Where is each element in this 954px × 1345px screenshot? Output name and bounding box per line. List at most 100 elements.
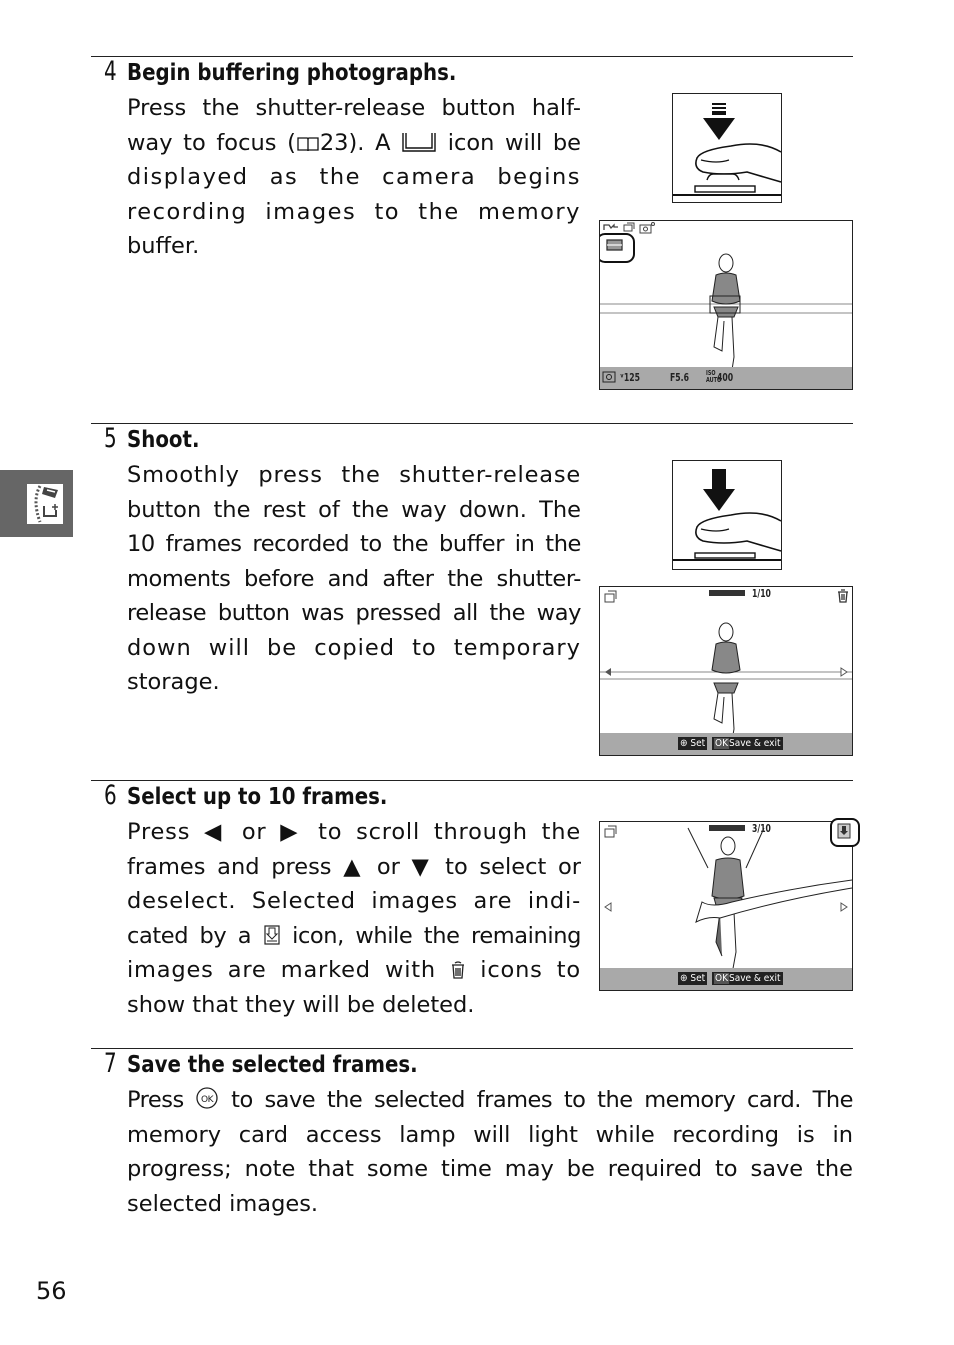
text-line: memory card access lamp will light while… (127, 1121, 853, 1148)
text-line: cated by a icon, while the remaining (127, 919, 581, 954)
metering-icon (602, 371, 616, 383)
camera-screen-buffering: ᵛ125 F5.6 ISO AUTO 400 (599, 220, 853, 390)
save-exit-hint: OKSave & exit (712, 972, 783, 985)
text-line: Smoothly press the shutter-release (127, 462, 581, 488)
text-line: storage. (127, 669, 220, 695)
text-line: selected images. (127, 1190, 319, 1217)
camera-screen-shoot: 1/10 ⊕ Set OKSave & exit (599, 586, 853, 756)
iso-value: 400 (717, 371, 734, 384)
text-fragment: icon, while the remaining (280, 922, 581, 949)
text-line: Press the shutter-release button half- (127, 95, 581, 121)
runner-image (600, 253, 852, 384)
frame-counter: 3/10 (752, 822, 771, 835)
trash-icon (452, 961, 465, 979)
mode-icon (603, 223, 618, 230)
frame-progress-bar (709, 590, 745, 596)
retouch-menu-icon (27, 484, 63, 524)
text-fragment: 23). A (319, 129, 402, 156)
text-line: images are marked with icons to (127, 953, 581, 988)
step-body: Press OK to save the selected frames to … (127, 1083, 853, 1221)
text-line: release button was pressed all the way (127, 600, 581, 626)
aperture: F5.6 (670, 371, 689, 384)
step-number: 6 (104, 780, 117, 811)
text-fragment: or (365, 853, 412, 880)
svg-text:OK: OK (201, 1095, 215, 1105)
trash-icon (838, 589, 848, 603)
text-fragment: to select or (433, 853, 582, 880)
step-number: 5 (104, 423, 117, 454)
hint-bar: ⊕ Set OKSave & exit (600, 968, 852, 990)
left-arrow-icon[interactable] (604, 902, 612, 912)
step-title: Begin buffering photographs. (127, 60, 457, 86)
right-arrow-icon[interactable] (840, 902, 848, 912)
text-line: progress; note that some time may be req… (127, 1156, 853, 1182)
full-press-arrow-icon (673, 469, 781, 561)
text-line: way to focus ( 23). A icon will be (127, 126, 581, 161)
text-line: show that they will be deleted. (127, 991, 475, 1018)
step-title: Save the selected frames. (127, 1052, 418, 1078)
divider (91, 56, 853, 57)
text-line: down will be copied to temporary (127, 634, 581, 661)
section-tab (0, 470, 73, 537)
buffer-icon (606, 239, 623, 251)
save-exit-hint: OKSave & exit (712, 737, 783, 750)
best-moment-icon (604, 590, 617, 603)
text-fragment: Press (127, 819, 205, 845)
text-line: Press OK to save the selected frames to … (127, 1083, 853, 1118)
step-body: Smoothly press the shutter-release butto… (127, 458, 581, 700)
down-arrow-glyph: ▼ (411, 853, 434, 880)
ok-button-icon: OK (196, 1087, 219, 1109)
save-icon (837, 823, 851, 839)
text-fragment: or (228, 819, 281, 845)
set-hint: ⊕ Set (678, 737, 708, 750)
text-line: displayed as the camera begins (127, 164, 581, 190)
text-line: recording images to the memory (127, 198, 581, 225)
up-arrow-glyph: ▲ (343, 853, 366, 880)
step-title: Select up to 10 frames. (127, 784, 388, 810)
half-press-arrow-icon (673, 103, 781, 196)
left-arrow-icon[interactable] (604, 667, 612, 677)
runner-finish-image (687, 827, 852, 975)
shutter-full-press-illustration (672, 460, 782, 570)
status-bar: ᵛ125 F5.6 ISO AUTO 400 (600, 367, 852, 389)
save-icon (264, 924, 280, 945)
divider (91, 780, 853, 781)
shutter-speed: ᵛ125 (620, 371, 640, 384)
text-fragment: frames and press (127, 853, 344, 880)
text-fragment: Press (127, 1087, 196, 1113)
buffer-icon (402, 132, 436, 152)
frame-progress-bar (709, 825, 745, 831)
text-line: frames and press ▲ or ▼ to select or (127, 850, 581, 885)
divider (91, 423, 853, 424)
book-icon (297, 136, 319, 151)
text-fragment: way to focus ( (127, 129, 296, 156)
text-line: deselect. Selected images are indi- (127, 888, 581, 914)
text-fragment: cated by a (127, 922, 263, 949)
text-line: Press ◀ or ▶ to scroll through the (127, 815, 581, 850)
text-fragment: to scroll through the (304, 819, 582, 845)
text-fragment: icon will be (437, 129, 581, 156)
set-hint: ⊕ Set (678, 972, 708, 985)
page-number: 56 (36, 1277, 67, 1305)
text-fragment: icons to (466, 957, 581, 983)
camera-screen-select: 3/10 ⊕ Set OKSave & exit (599, 821, 853, 991)
best-moment-icon (604, 825, 617, 838)
text-fragment: images are marked with (127, 957, 451, 983)
runner-image (600, 622, 852, 754)
text-line: 10 frames recorded to the buffer in the (127, 531, 581, 557)
step-number: 7 (104, 1048, 117, 1079)
shutter-half-press-illustration (672, 93, 782, 203)
step-number: 4 (104, 56, 117, 87)
left-arrow-glyph: ◀ (204, 819, 229, 845)
right-arrow-icon[interactable] (840, 667, 848, 677)
text-line: buffer. (127, 233, 200, 259)
text-fragment: to save the selected frames to the memor… (219, 1087, 853, 1113)
divider (91, 1048, 853, 1049)
step-body: Press ◀ or ▶ to scroll through the frame… (127, 815, 581, 1022)
camera-icon (639, 222, 655, 234)
right-arrow-glyph: ▶ (280, 819, 305, 845)
step-body: Press the shutter-release button half- w… (127, 91, 581, 264)
text-line: moments before and after the shutter- (127, 565, 581, 592)
hint-bar: ⊕ Set OKSave & exit (600, 733, 852, 755)
text-line: button the rest of the way down. The (127, 496, 581, 523)
